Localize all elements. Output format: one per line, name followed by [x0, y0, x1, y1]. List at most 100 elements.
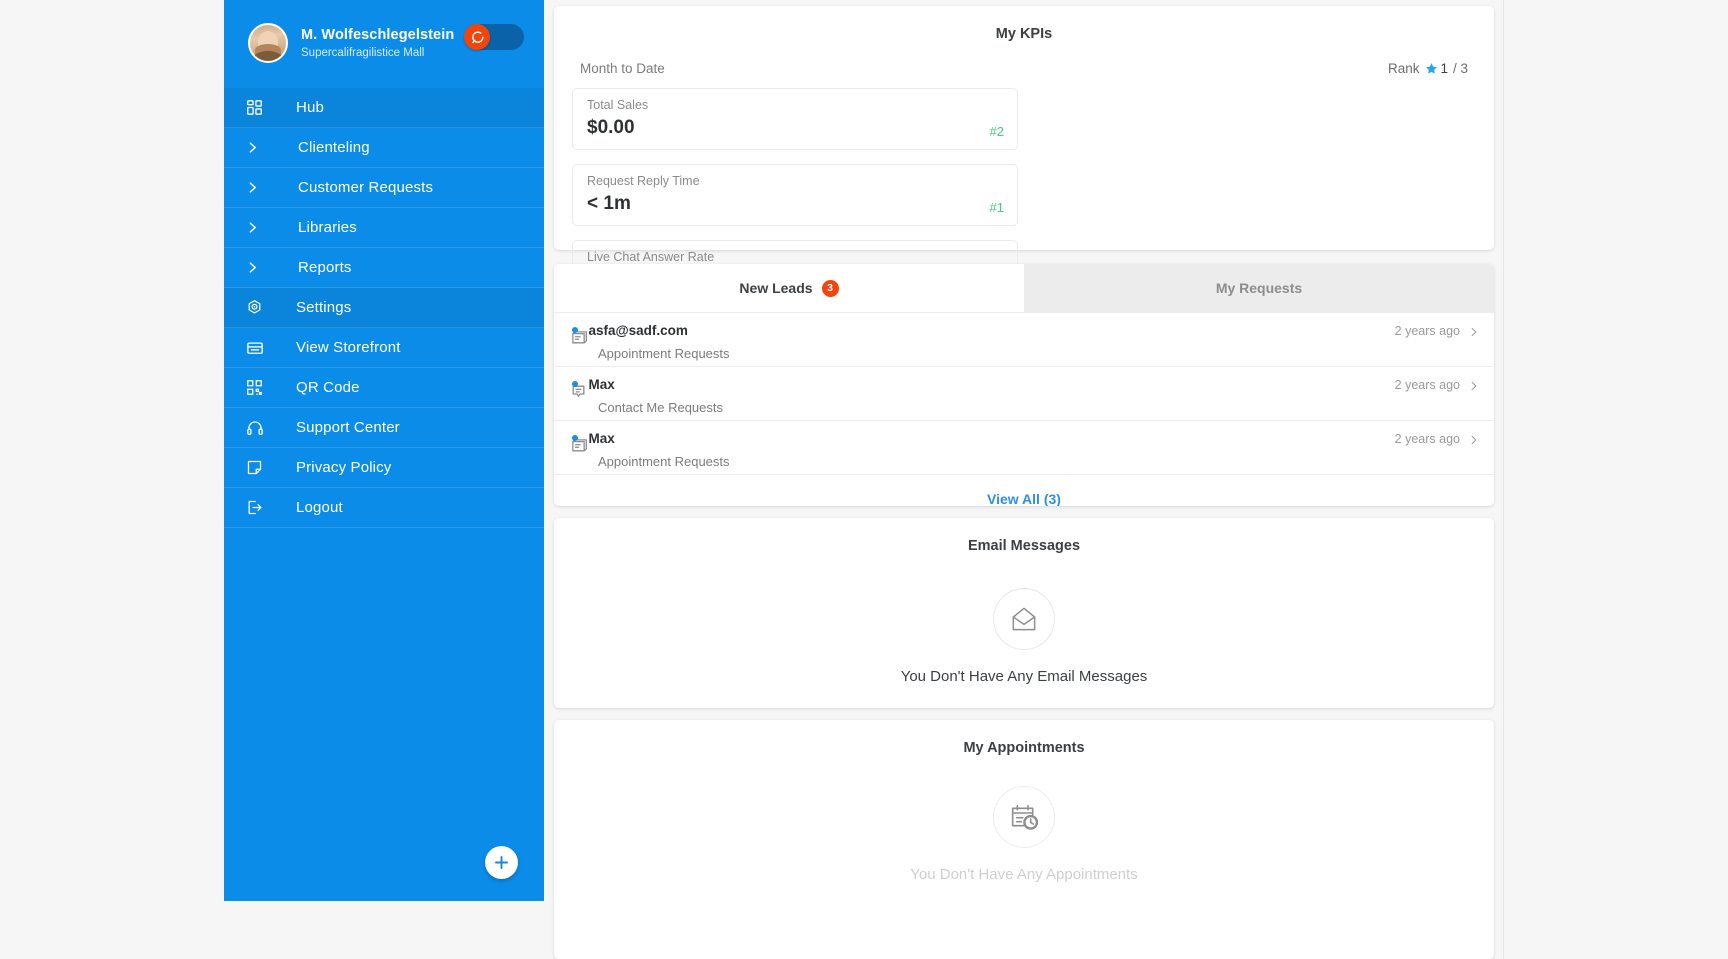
tab-my-requests[interactable]: My Requests: [1024, 264, 1494, 312]
sidebar-item-view-storefront[interactable]: View Storefront: [224, 328, 544, 368]
sidebar-item-clienteling[interactable]: Clienteling: [224, 128, 544, 168]
sidebar-item-label: Customer Requests: [298, 179, 434, 196]
email-card-title: Email Messages: [967, 538, 1081, 554]
main-content: My KPIs Month to Date Rank 1 / 3 Total S…: [544, 0, 1704, 959]
sidebar-item-label: Hub: [296, 99, 324, 116]
unread-dot-icon: [572, 434, 578, 441]
tab-label: My Requests: [1215, 280, 1303, 296]
view-all-link[interactable]: View All (3): [554, 474, 1494, 506]
sidebar-item-label: Logout: [296, 499, 343, 516]
logout-icon: [246, 499, 272, 516]
email-messages-card: Email Messages You Don't Have Any Email …: [554, 518, 1494, 708]
lead-type: Appointment Requests: [598, 454, 730, 469]
calendar-clock-icon: [993, 786, 1055, 848]
status-badge: 3: [821, 279, 839, 297]
chevron-right-icon[interactable]: [1468, 433, 1479, 452]
sidebar-item-label: Clienteling: [298, 139, 370, 156]
rank-value: 1: [1440, 61, 1448, 76]
sidebar-item-label: View Storefront: [296, 339, 401, 356]
lead-header: asfa@sadf.com: [572, 322, 1476, 340]
tab-label: New Leads: [739, 280, 813, 296]
lead-name: asfa@sadf.com: [588, 323, 688, 338]
sidebar-item-label: Reports: [298, 259, 352, 276]
appointments-card: My Appointments You Don't Have Any Appoi…: [554, 720, 1494, 959]
tab-new-leads[interactable]: New Leads 3: [554, 264, 1024, 312]
star-icon: [1425, 62, 1438, 75]
sidebar-item-hub[interactable]: Hub: [224, 88, 544, 128]
kpi-card: My KPIs Month to Date Rank 1 / 3 Total S…: [554, 6, 1494, 413]
lead-name: Max: [588, 431, 615, 446]
list-item[interactable]: Max Appointment Requests 2 years ago: [554, 420, 1494, 474]
kpi-tile-name: Request Reply Time: [587, 174, 700, 188]
kpi-tile[interactable]: Total Sales $0.00 #2: [572, 88, 1018, 150]
list-item[interactable]: asfa@sadf.com Appointment Requests 2 yea…: [554, 312, 1494, 366]
kpi-tile-rank: #2: [989, 124, 1004, 139]
rank-label: Rank: [1387, 61, 1420, 76]
add-button[interactable]: [485, 846, 518, 879]
lead-timestamp: 2 years ago: [1394, 432, 1460, 446]
chevron-right-icon: [246, 219, 272, 236]
list-item[interactable]: Max Contact Me Requests 2 years ago: [554, 366, 1494, 420]
appointments-card-title: My Appointments: [963, 740, 1085, 756]
kpi-tile-name: Total Sales: [587, 98, 649, 112]
leads-card: New Leads 3 My Requests asfa@sadf.com Ap…: [554, 264, 1494, 506]
scrollbar-track[interactable]: [1503, 0, 1504, 959]
storefront-icon: [246, 339, 272, 357]
kpi-tile-rank: #1: [989, 200, 1004, 215]
chevron-right-icon: [246, 179, 272, 196]
document-icon: [246, 459, 272, 476]
profile-company: Supercalifragilistice Mall: [301, 46, 425, 59]
sidebar-item-label: QR Code: [296, 379, 360, 396]
email-empty-text: You Don't Have Any Email Messages: [900, 668, 1148, 685]
sidebar-item-qr-code[interactable]: QR Code: [224, 368, 544, 408]
gear-icon: [246, 299, 272, 316]
chat-toggle[interactable]: [464, 24, 524, 50]
unread-dot-icon: [572, 326, 578, 333]
lead-header: Max: [572, 430, 1476, 448]
kpi-period-label: Month to Date: [580, 61, 665, 76]
sidebar-item-support-center[interactable]: Support Center: [224, 408, 544, 448]
chevron-right-icon[interactable]: [1468, 325, 1479, 344]
app-root: M. Wolfeschlegelstein Supercalifragilist…: [0, 0, 1728, 959]
lead-timestamp: 2 years ago: [1394, 378, 1460, 392]
profile-name: M. Wolfeschlegelstein: [301, 26, 455, 43]
sidebar-item-settings[interactable]: Settings: [224, 288, 544, 328]
rank-total: / 3: [1452, 61, 1468, 76]
lead-type: Contact Me Requests: [598, 400, 724, 415]
unread-dot-icon: [572, 380, 578, 387]
kpi-period-row: Month to Date Rank 1 / 3: [554, 42, 1494, 76]
envelope-icon: [993, 588, 1055, 650]
sidebar-item-label: Support Center: [296, 419, 400, 436]
avatar: [248, 23, 288, 63]
plus-icon: [495, 856, 508, 869]
leads-tabs: New Leads 3 My Requests: [554, 264, 1494, 312]
kpi-card-title: My KPIs: [995, 26, 1053, 42]
sidebar: M. Wolfeschlegelstein Supercalifragilist…: [224, 0, 544, 901]
lead-header: Max: [572, 376, 1476, 394]
lead-timestamp: 2 years ago: [1394, 324, 1460, 338]
kpi-tile[interactable]: Request Reply Time < 1m #1: [572, 164, 1018, 226]
sidebar-item-customer-requests[interactable]: Customer Requests: [224, 168, 544, 208]
chevron-right-icon: [246, 139, 272, 156]
chat-bubble-icon: [464, 24, 490, 50]
kpi-tile-name: Live Chat Answer Rate: [587, 250, 715, 264]
sidebar-item-label: Privacy Policy: [296, 459, 392, 476]
chevron-right-icon[interactable]: [1468, 379, 1479, 398]
profile-text: M. Wolfeschlegelstein Supercalifragilist…: [301, 26, 454, 61]
qr-code-icon: [246, 379, 272, 396]
sidebar-item-label: Libraries: [298, 219, 357, 236]
sidebar-item-label: Settings: [296, 299, 352, 316]
grid-dashboard-icon: [246, 99, 272, 116]
lead-name: Max: [588, 377, 615, 392]
rank-badge: Rank 1 / 3: [1388, 61, 1468, 76]
sidebar-item-reports[interactable]: Reports: [224, 248, 544, 288]
kpi-tile-value: $0.00: [587, 117, 635, 138]
profile-header[interactable]: M. Wolfeschlegelstein Supercalifragilist…: [236, 12, 532, 74]
appointments-empty-text: You Don't Have Any Appointments: [910, 866, 1138, 883]
lead-type: Appointment Requests: [598, 346, 730, 361]
sidebar-item-privacy-policy[interactable]: Privacy Policy: [224, 448, 544, 488]
sidebar-item-logout[interactable]: Logout: [224, 488, 544, 528]
headset-icon: [246, 419, 272, 437]
sidebar-item-libraries[interactable]: Libraries: [224, 208, 544, 248]
kpi-tile-value: < 1m: [587, 193, 631, 214]
